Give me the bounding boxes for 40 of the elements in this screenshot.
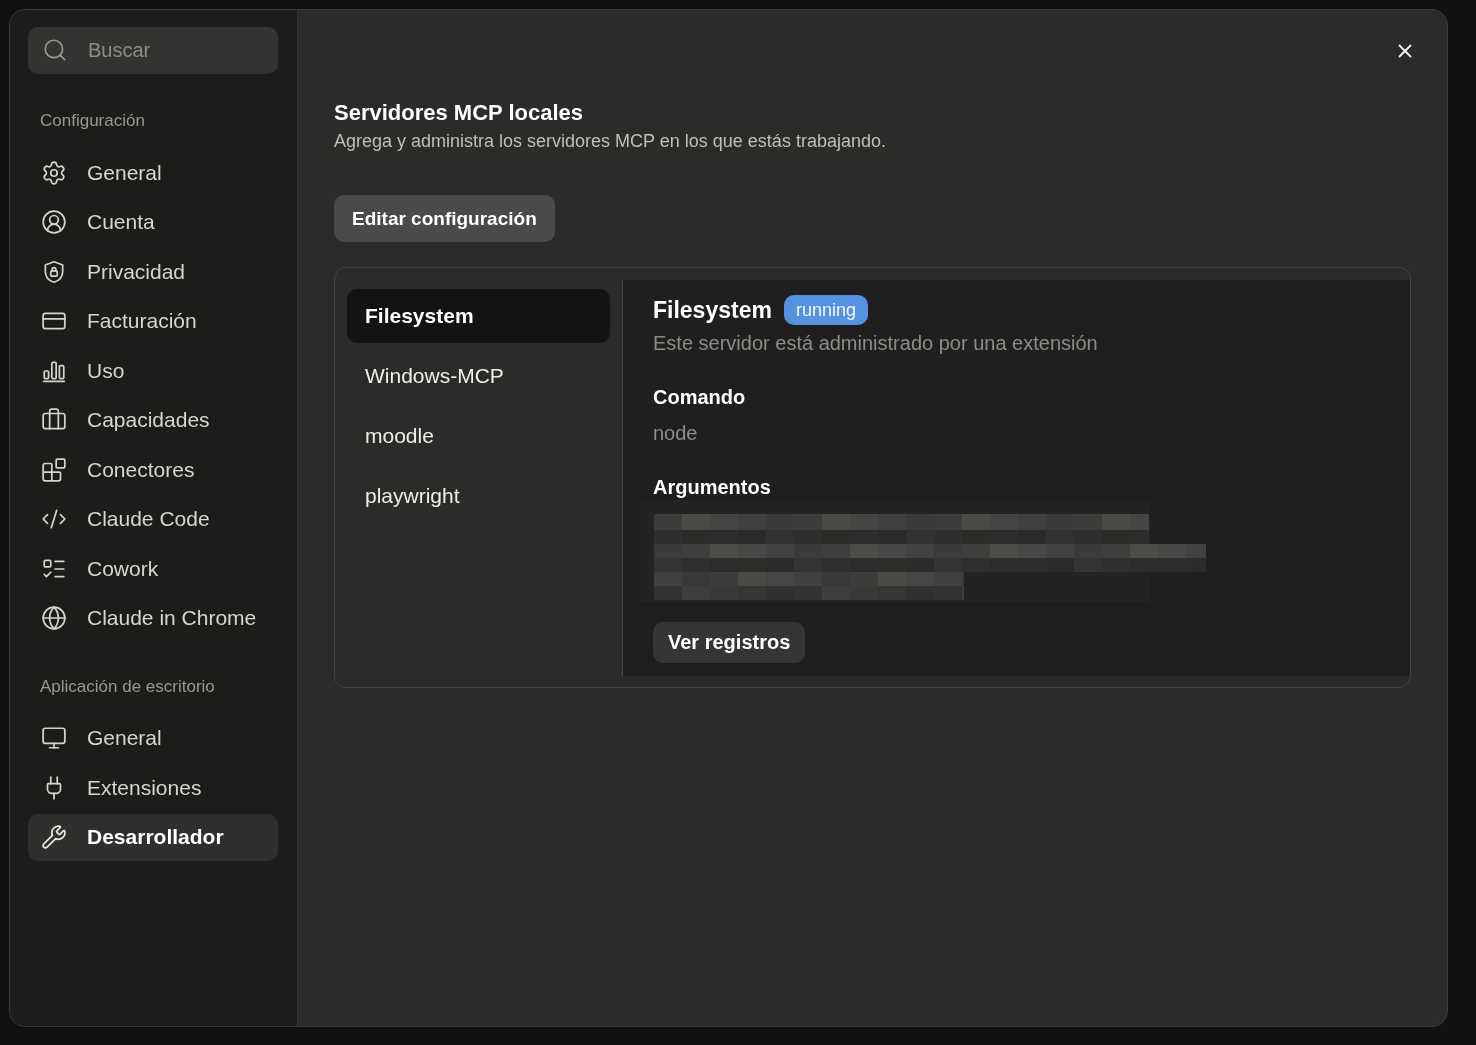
section-heading: Configuración [40,110,145,132]
user-circle-icon [41,209,67,235]
monitor-icon [41,725,67,751]
server-item[interactable]: playwright [347,469,610,523]
page-subtitle: Agrega y administra los servidores MCP en los que estás trabajando. [334,130,886,153]
sidebar-item[interactable]: Cowork [28,545,278,592]
sidebar-item[interactable]: Desarrollador [28,813,278,861]
sidebar-item[interactable]: General [28,149,278,196]
briefcase-icon [41,407,67,433]
page-title: Servidores MCP locales [334,100,584,126]
field-label: Argumentos [653,475,771,500]
wrench-icon [41,824,67,850]
sidebar-item[interactable]: Facturación [28,297,278,345]
sidebar-item[interactable]: Uso [28,347,278,394]
sidebar-item[interactable]: Claude in Chrome [28,594,278,642]
blocks-icon [41,456,67,483]
gear-icon [41,159,67,186]
server-item[interactable]: Windows-MCP [347,349,610,403]
server-description: Este servidor está administrado por una extensión [653,331,1098,356]
field-value: node [653,421,698,446]
sidebar-item[interactable]: Cuenta [28,198,278,246]
sidebar-item[interactable]: Claude Code [28,495,278,543]
sidebar-item[interactable]: Capacidades [28,396,278,444]
code-icon [41,506,67,532]
sidebar-item[interactable]: General [28,714,278,762]
view-logs-button[interactable]: Ver registros [653,622,806,663]
section-heading: Aplicación de escritorio [40,675,215,698]
status-badge: running [783,295,868,325]
edit-config-button[interactable]: Editar configuración [334,195,555,242]
search-icon [42,37,68,63]
shield-lock-icon [41,258,67,285]
globe-icon [41,605,67,631]
server-name: Filesystem [653,296,772,324]
sidebar-item[interactable]: Privacidad [28,248,278,295]
server-item[interactable]: Filesystem [347,289,610,343]
search-field[interactable]: Buscar [28,27,278,74]
sidebar-item[interactable]: Extensiones [28,764,278,811]
sidebar-item[interactable]: Conectores [28,446,278,493]
server-item[interactable]: moodle [347,409,610,463]
field-label: Comando [653,385,746,410]
